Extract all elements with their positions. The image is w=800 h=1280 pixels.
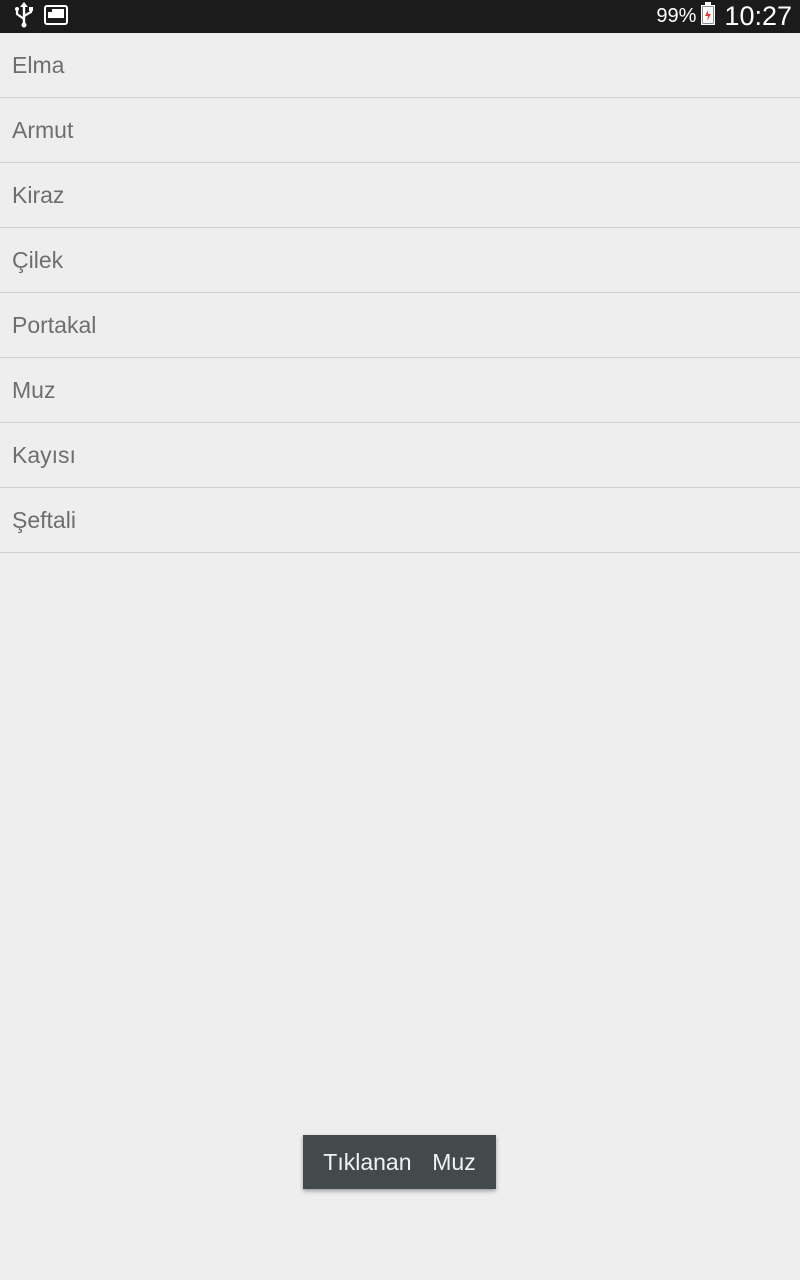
list-item[interactable]: Kayısı (0, 423, 800, 488)
screenshot-icon (44, 4, 68, 30)
usb-icon (14, 1, 34, 33)
status-bar: 99% 10:27 (0, 0, 800, 33)
clock: 10:27 (724, 1, 792, 31)
list-item-label: Elma (12, 51, 65, 78)
list-item-label: Şeftali (12, 506, 76, 533)
list-item-label: Kiraz (12, 181, 65, 208)
list-item[interactable]: Çilek (0, 228, 800, 293)
list-item[interactable]: Muz (0, 358, 800, 423)
toast-message: Tıklanan Muz (303, 1135, 496, 1189)
list-item-label: Portakal (12, 311, 97, 338)
list-item-label: Kayısı (12, 441, 76, 468)
battery-icon (700, 2, 716, 31)
battery-percentage: 99% (656, 5, 697, 27)
list-item-label: Armut (12, 116, 74, 143)
toast-text: Tıklanan Muz (323, 1148, 476, 1175)
status-right-indicators: 99% 10:27 (656, 0, 792, 33)
list-item[interactable]: Şeftali (0, 488, 800, 553)
list-item[interactable]: Portakal (0, 293, 800, 358)
list-item-label: Muz (12, 376, 56, 403)
list-item[interactable]: Elma (0, 33, 800, 98)
list-item[interactable]: Kiraz (0, 163, 800, 228)
list-item-label: Çilek (12, 246, 64, 273)
list-item[interactable]: Armut (0, 98, 800, 163)
status-left-icons (14, 1, 68, 33)
fruit-list: Elma Armut Kiraz Çilek Portakal Muz Kayı… (0, 33, 800, 553)
